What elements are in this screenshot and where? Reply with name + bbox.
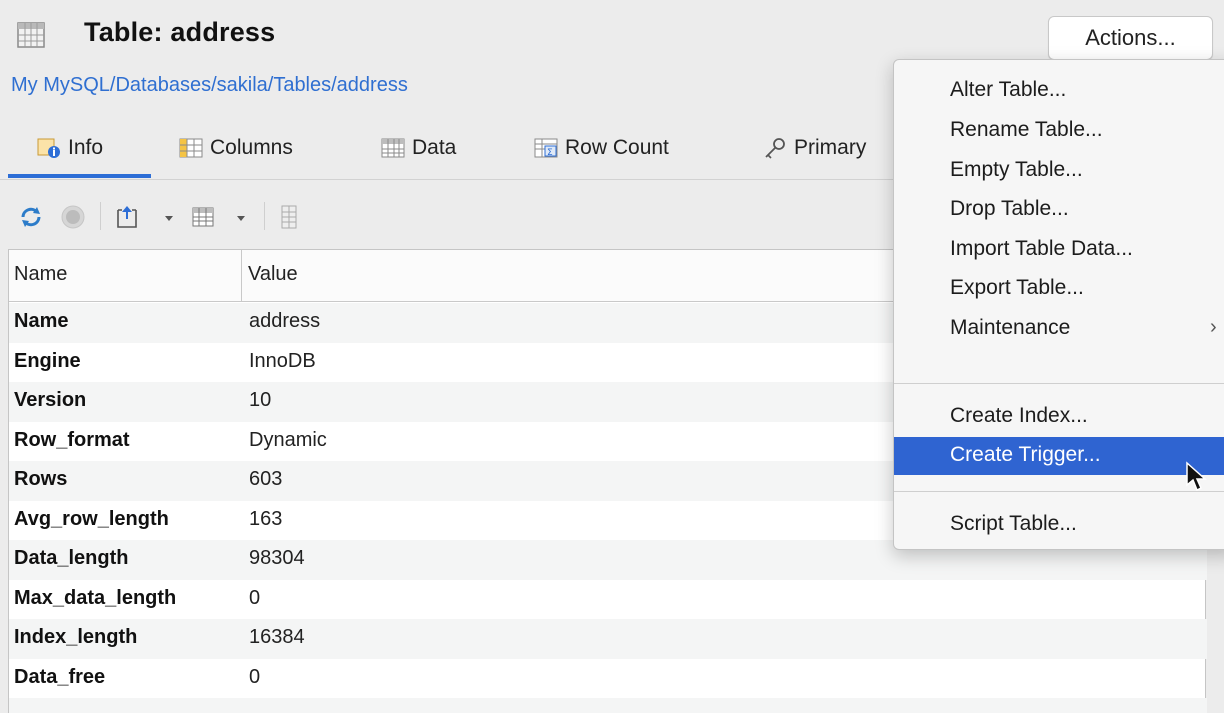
title-bar: Table: address Actions... — [0, 0, 1224, 66]
row-name: Index_length — [14, 626, 138, 648]
row-value: 0 — [249, 665, 261, 688]
properties-icon[interactable] — [278, 204, 300, 230]
row-value: Dynamic — [249, 428, 327, 451]
breadcrumb[interactable]: My MySQL/Databases/sakila/Tables/address — [11, 74, 408, 97]
menu-item-label: Maintenance — [950, 316, 1071, 339]
menu-item-label: Export Table... — [950, 276, 1084, 299]
menu-item-empty-table[interactable]: Empty Table... — [894, 152, 1224, 188]
row-name: Engine — [14, 349, 81, 372]
dropdown-icon[interactable] — [162, 204, 176, 230]
table-row[interactable]: Max_data_length 0 — [9, 580, 1207, 620]
chevron-right-icon: › — [1210, 316, 1217, 338]
menu-separator — [894, 383, 1224, 384]
menu-item-create-index[interactable]: Create Index... — [894, 398, 1224, 434]
menu-item-alter-table[interactable]: Alter Table... — [894, 72, 1224, 108]
row-name: Data_length — [14, 547, 129, 569]
menu-item-label: Create Index... — [950, 404, 1088, 427]
row-value: 16384 — [249, 626, 305, 648]
column-header-name[interactable]: Name — [14, 263, 67, 286]
table-icon — [17, 22, 45, 48]
menu-item-label: Rename Table... — [950, 118, 1103, 141]
row-name: Row_format — [14, 428, 130, 451]
row-value: address — [249, 310, 321, 332]
menu-item-script-table[interactable]: Script Table... — [894, 506, 1224, 542]
columns-icon — [179, 138, 203, 158]
row-name: Rows — [14, 468, 68, 490]
row-value: 163 — [249, 507, 283, 530]
tab-primary[interactable]: Primary — [762, 130, 866, 166]
table-row[interactable]: Data_free 0 — [9, 659, 1207, 699]
active-tab-indicator — [8, 174, 151, 178]
row-name: Version — [14, 389, 87, 411]
menu-separator — [894, 491, 1224, 492]
row-name: Max_data_length — [14, 586, 177, 609]
tab-info-label: Info — [68, 136, 104, 159]
tab-row-count[interactable]: Σ Row Count — [533, 130, 669, 166]
stop-icon[interactable] — [60, 204, 86, 230]
menu-item-label: Import Table Data... — [950, 237, 1133, 260]
menu-item-label: Drop Table... — [950, 197, 1069, 220]
menu-item-import-table-data[interactable]: Import Table Data... — [894, 231, 1224, 267]
menu-item-label: Create Trigger... — [950, 443, 1101, 466]
menu-item-rename-table[interactable]: Rename Table... — [894, 112, 1224, 148]
actions-button[interactable]: Actions... — [1048, 16, 1213, 60]
dropdown-icon[interactable] — [234, 204, 248, 230]
grid-icon[interactable] — [190, 204, 216, 230]
export-icon[interactable] — [114, 204, 140, 230]
row-count-icon: Σ — [534, 138, 558, 158]
column-divider[interactable] — [241, 250, 242, 302]
tab-data-label: Data — [412, 136, 457, 159]
menu-item-maintenance[interactable]: Maintenance › — [894, 310, 1224, 346]
tab-info[interactable]: Info — [36, 130, 103, 166]
menu-item-label: Alter Table... — [950, 78, 1067, 101]
key-icon — [765, 138, 785, 159]
row-name: Avg_row_length — [14, 507, 169, 530]
menu-item-drop-table[interactable]: Drop Table... — [894, 191, 1224, 227]
table-info-window: Table: address Actions... My MySQL/Datab… — [0, 0, 1224, 713]
table-row[interactable] — [9, 698, 1207, 713]
row-name: Data_free — [14, 665, 106, 688]
row-value: 10 — [249, 389, 272, 411]
tab-primary-label: Primary — [794, 136, 867, 159]
tab-columns-label: Columns — [210, 136, 293, 159]
row-value: 98304 — [249, 547, 305, 569]
row-value: 0 — [249, 586, 261, 609]
toolbar-separator — [264, 202, 265, 230]
page-title: Table: address — [84, 17, 276, 47]
row-value: 603 — [249, 468, 283, 490]
row-name: Name — [14, 310, 69, 332]
tab-data[interactable]: Data — [380, 130, 456, 166]
table-row[interactable]: Index_length 16384 — [9, 619, 1207, 659]
refresh-icon[interactable] — [18, 204, 44, 230]
toolbar-separator — [100, 202, 101, 230]
menu-item-label: Empty Table... — [950, 158, 1083, 181]
info-icon — [37, 138, 60, 158]
menu-item-create-trigger[interactable]: Create Trigger... — [894, 437, 1224, 475]
column-header-value[interactable]: Value — [248, 263, 298, 286]
tab-columns[interactable]: Columns — [178, 130, 293, 166]
row-value: InnoDB — [249, 349, 316, 372]
svg-text:Σ: Σ — [547, 148, 553, 158]
tab-row-count-label: Row Count — [565, 136, 669, 159]
menu-item-label: Script Table... — [950, 512, 1077, 535]
actions-menu: Alter Table... Rename Table... Empty Tab… — [893, 59, 1224, 550]
data-grid-icon — [381, 138, 405, 158]
menu-item-export-table[interactable]: Export Table... — [894, 270, 1224, 306]
mouse-pointer-icon — [1186, 461, 1207, 492]
